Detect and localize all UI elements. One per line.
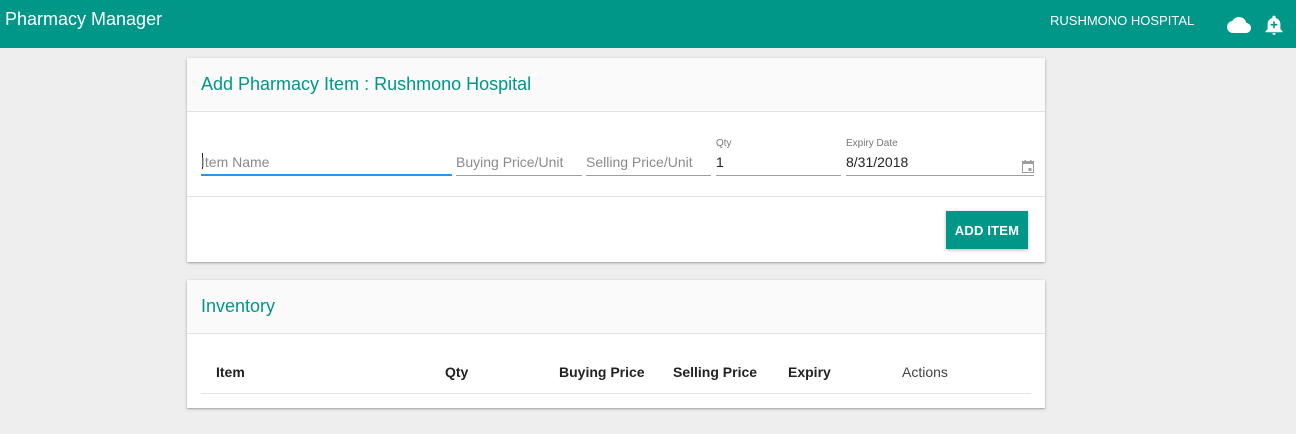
card-header: Add Pharmacy Item : Rushmono Hospital <box>187 58 1045 112</box>
buying-price-field[interactable]: Buying Price/Unit <box>456 136 582 176</box>
buying-price-placeholder: Buying Price/Unit <box>456 154 564 170</box>
item-name-field[interactable]: Item Name <box>201 136 452 176</box>
card-header: Inventory <box>187 280 1045 334</box>
qty-field[interactable]: Qty 1 <box>716 136 841 176</box>
field-underline <box>846 175 1034 176</box>
expiry-date-field[interactable]: Expiry Date 8/31/2018 <box>846 136 1034 176</box>
qty-value: 1 <box>716 154 724 170</box>
add-item-button[interactable]: ADD ITEM <box>946 211 1028 249</box>
field-underline <box>586 175 711 176</box>
expiry-date-value: 8/31/2018 <box>846 154 909 170</box>
column-header-selling-price[interactable]: Selling Price <box>673 364 757 380</box>
selling-price-placeholder: Selling Price/Unit <box>586 154 693 170</box>
item-name-placeholder: Item Name <box>201 154 270 170</box>
hospital-name: RUSHMONO HOSPITAL <box>1050 13 1195 28</box>
qty-label: Qty <box>716 138 732 149</box>
field-underline <box>716 175 841 176</box>
app-title: Pharmacy Manager <box>5 9 163 29</box>
inventory-card: Inventory Item Qty Buying Price Selling … <box>187 280 1045 408</box>
inventory-title: Inventory <box>201 296 276 316</box>
cloud-icon[interactable] <box>1227 15 1251 35</box>
field-underline <box>201 174 452 176</box>
column-header-qty[interactable]: Qty <box>445 364 468 380</box>
add-alert-icon[interactable] <box>1265 15 1283 35</box>
column-header-expiry[interactable]: Expiry <box>788 364 831 380</box>
calendar-icon[interactable] <box>1022 160 1034 173</box>
column-header-item[interactable]: Item <box>216 364 245 380</box>
column-header-actions: Actions <box>902 364 948 380</box>
selling-price-field[interactable]: Selling Price/Unit <box>586 136 711 176</box>
column-header-buying-price[interactable]: Buying Price <box>559 364 645 380</box>
expiry-date-label: Expiry Date <box>846 138 898 149</box>
divider <box>187 196 1045 197</box>
add-item-title: Add Pharmacy Item : Rushmono Hospital <box>201 74 532 94</box>
table-header-rule <box>201 393 1031 394</box>
field-underline <box>456 175 582 176</box>
app-bar: Pharmacy Manager RUSHMONO HOSPITAL <box>0 0 1296 48</box>
add-item-card: Add Pharmacy Item : Rushmono Hospital It… <box>187 58 1045 262</box>
